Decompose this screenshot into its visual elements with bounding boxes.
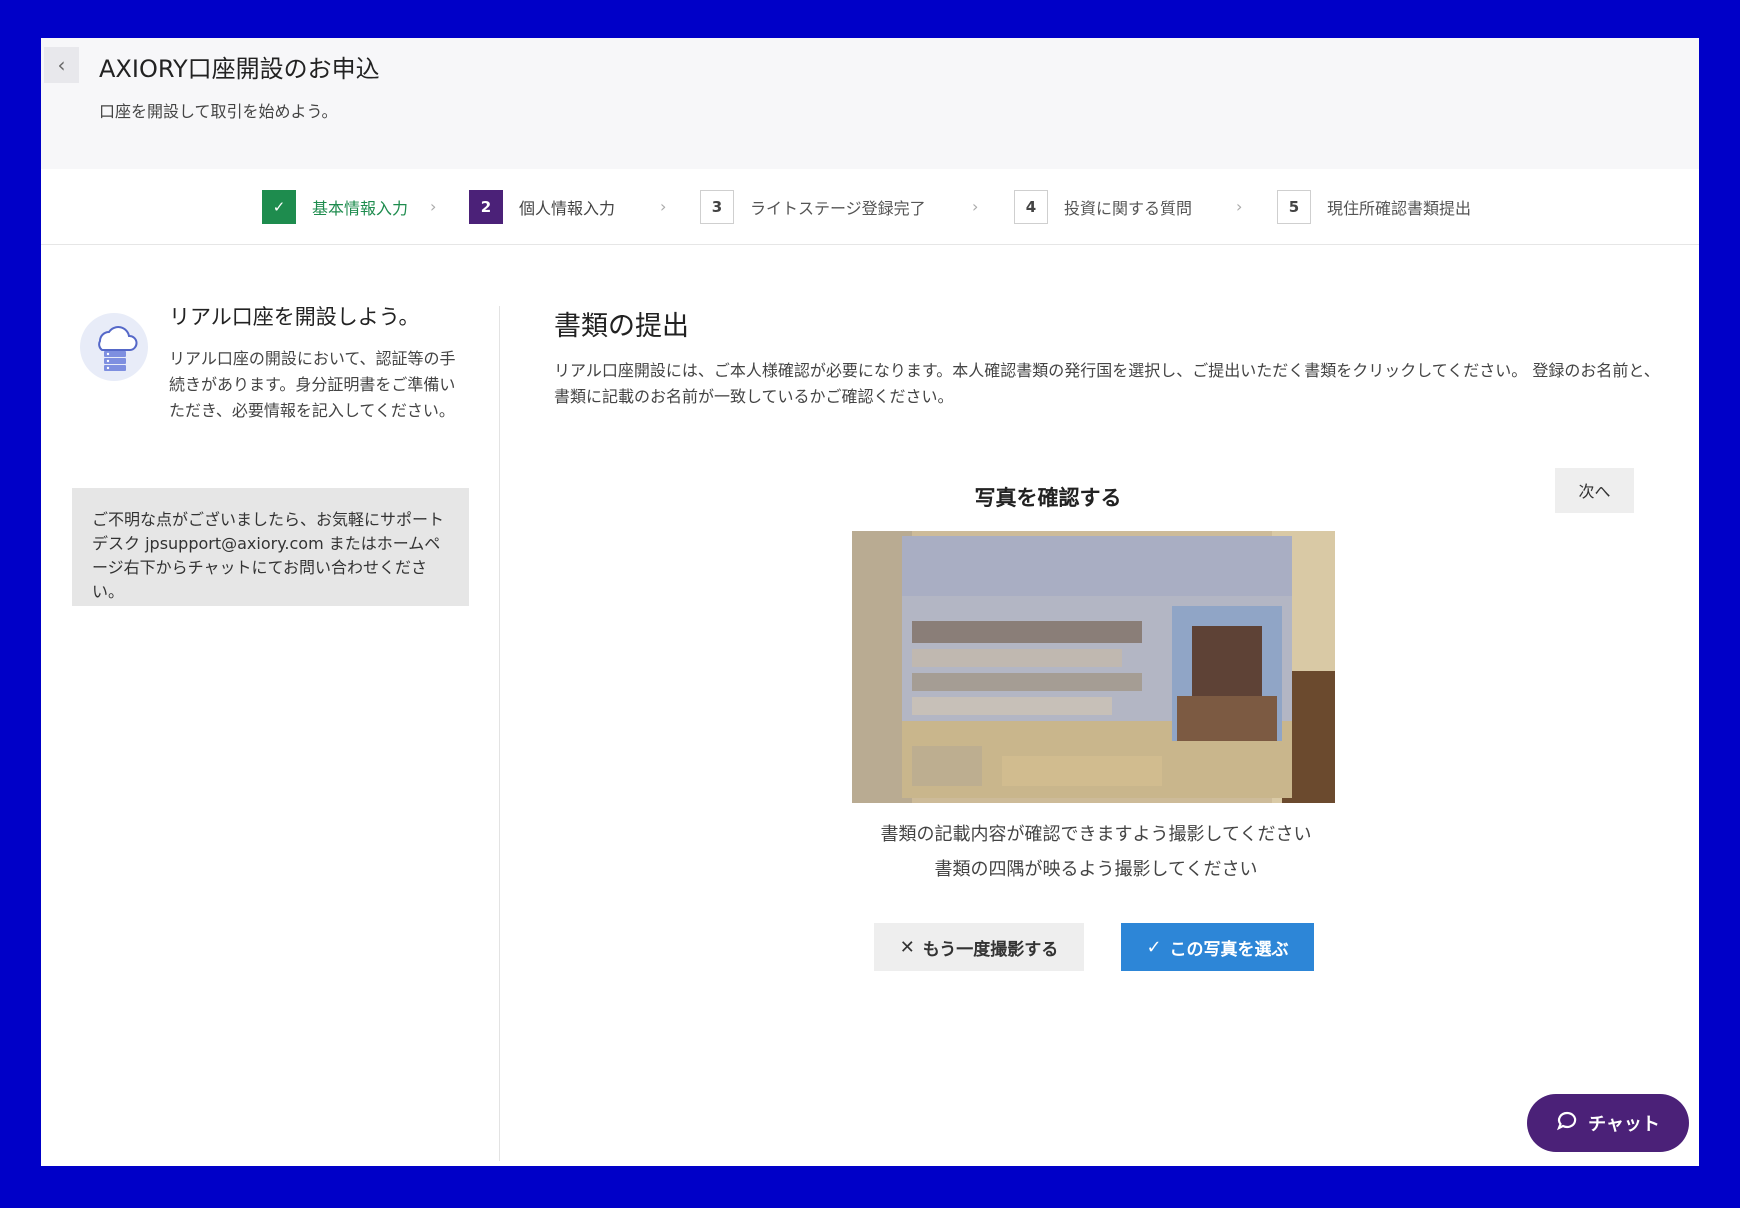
page-title: AXIORY口座開設のお申込 xyxy=(99,55,380,83)
chevron-right-icon: › xyxy=(430,197,437,216)
step-label: 基本情報入力 xyxy=(312,199,409,218)
back-button[interactable]: ‹ xyxy=(44,47,79,83)
chevron-right-icon: › xyxy=(660,197,667,216)
page-header: ‹ AXIORY口座開設のお申込 口座を開設して取引を始めよう。 xyxy=(41,38,1699,169)
choose-photo-button[interactable]: ✓ この写真を選ぶ xyxy=(1121,923,1314,971)
step-personal-info[interactable]: 2 個人情報入力 xyxy=(469,189,615,225)
column-divider xyxy=(499,306,500,1161)
step-label: 現住所確認書類提出 xyxy=(1327,199,1472,218)
document-photo xyxy=(852,531,1335,803)
step-label: 投資に関する質問 xyxy=(1064,199,1193,218)
step-address-docs[interactable]: 5 現住所確認書類提出 xyxy=(1277,189,1471,225)
photo-hint: 書類の四隅が映るよう撮影してください xyxy=(934,859,1258,880)
promo-title: リアル口座を開設しよう。 xyxy=(169,305,420,329)
step-number: 5 xyxy=(1277,190,1311,224)
chat-bubble-icon xyxy=(1556,1110,1578,1137)
chevron-right-icon: › xyxy=(1236,197,1243,216)
chat-button[interactable]: チャット xyxy=(1527,1094,1689,1152)
check-icon: ✓ xyxy=(262,190,296,224)
page-subtitle: 口座を開設して取引を始めよう。 xyxy=(99,102,338,121)
close-icon: ✕ xyxy=(899,936,915,958)
retake-label: もう一度撮影する xyxy=(922,939,1059,960)
chevron-right-icon: › xyxy=(972,197,979,216)
step-basic-info[interactable]: ✓ 基本情報入力 xyxy=(262,189,408,225)
check-icon: ✓ xyxy=(1146,936,1162,958)
choose-label: この写真を選ぶ xyxy=(1169,939,1289,960)
chevron-left-icon: ‹ xyxy=(57,53,66,77)
app-window: ‹ AXIORY口座開設のお申込 口座を開設して取引を始めよう。 ✓ 基本情報入… xyxy=(41,38,1699,1166)
step-number: 2 xyxy=(469,190,503,224)
section-title: 書類の提出 xyxy=(554,311,689,342)
chat-label: チャット xyxy=(1588,1114,1660,1135)
step-label: ライトステージ登録完了 xyxy=(750,199,926,218)
section-description: リアル口座開設には、ご本人様確認が必要になります。本人確認書類の発行国を選択し、… xyxy=(554,361,1660,406)
step-label: 個人情報入力 xyxy=(519,199,616,218)
retake-button[interactable]: ✕ もう一度撮影する xyxy=(874,923,1084,971)
step-number: 4 xyxy=(1014,190,1048,224)
promo-text: リアル口座の開設において、認証等の手続きがあります。身分証明書をご準備いただき、… xyxy=(169,349,456,420)
progress-steps: ✓ 基本情報入力 › 2 個人情報入力 › 3 ライトステージ登録完了 › 4 … xyxy=(41,169,1699,245)
step-number: 3 xyxy=(700,190,734,224)
photo-hint: 書類の記載内容が確認できますよう撮影してください xyxy=(880,824,1312,845)
step-light-stage[interactable]: 3 ライトステージ登録完了 xyxy=(700,189,926,225)
cloud-server-icon xyxy=(80,313,148,381)
confirm-photo-title: 写真を確認する xyxy=(974,486,1122,510)
step-investment-questions[interactable]: 4 投資に関する質問 xyxy=(1014,189,1192,225)
